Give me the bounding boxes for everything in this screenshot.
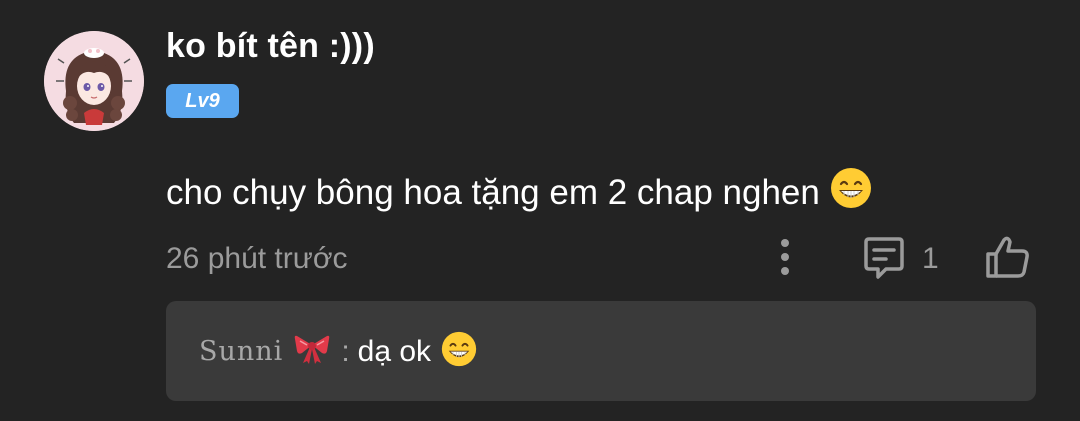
reply-button[interactable]: 1 [860,236,939,282]
reply-preview[interactable]: Sunni : dạ ok [166,301,1036,401]
avatar[interactable] [44,31,144,131]
anime-girl-avatar-image [44,31,144,131]
grinning-face-emoji-icon [441,331,477,372]
thumbs-up-icon [986,236,1029,278]
reply-author[interactable]: Sunni [199,336,283,367]
red-bow-icon [293,333,331,370]
comment-text: cho chụy bông hoa tặng em 2 chap nghen [166,167,872,218]
reply-count: 1 [922,242,939,275]
more-vertical-icon [781,239,789,275]
comment-body: cho chụy bông hoa tặng em 2 chap nghen [166,172,820,212]
reply-line: Sunni : dạ ok [199,331,477,372]
like-button[interactable] [984,234,1032,282]
reply-separator: : [341,334,350,368]
more-options-button[interactable] [770,236,800,280]
comment-bubble-icon [864,237,904,279]
level-badge: Lv9 [166,84,239,118]
username[interactable]: ko bít tên :))) [166,27,375,66]
timestamp: 26 phút trước [166,242,348,275]
grinning-face-emoji-icon [830,167,872,218]
reply-text: dạ ok [357,334,432,368]
